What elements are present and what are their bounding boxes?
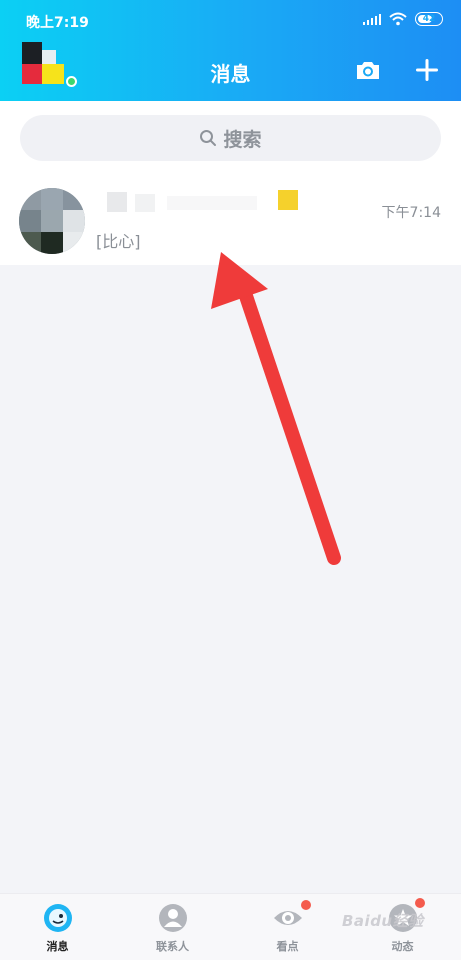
search-input[interactable]: 搜索 xyxy=(20,115,441,161)
contact-avatar xyxy=(19,188,85,254)
search-area: 搜索 xyxy=(0,101,461,181)
contact-name-blurred xyxy=(107,190,298,216)
search-placeholder: 搜索 xyxy=(223,128,262,151)
status-bar: 晚上7:19 42 xyxy=(0,0,461,40)
tab-label: 看点 xyxy=(276,940,299,953)
camera-icon[interactable] xyxy=(354,56,382,84)
signal-icon xyxy=(363,13,381,25)
page-title: 消息 xyxy=(210,62,251,86)
search-icon xyxy=(200,130,217,146)
notification-badge xyxy=(300,900,311,910)
battery-icon: 42 xyxy=(415,12,443,26)
tab-contacts[interactable]: 联系人 xyxy=(115,894,230,960)
tab-label: 动态 xyxy=(391,940,414,953)
header-bar: 晚上7:19 42 消息 xyxy=(0,0,461,101)
status-icons: 42 xyxy=(363,12,443,26)
status-time: 晚上7:19 xyxy=(26,15,89,31)
eye-icon xyxy=(273,911,302,925)
contacts-tab-icon xyxy=(158,904,187,932)
messages-tab-icon xyxy=(43,904,72,932)
add-icon[interactable] xyxy=(413,56,441,84)
tab-messages[interactable]: 消息 xyxy=(0,894,115,960)
message-preview: [比心] xyxy=(96,232,141,251)
tab-highlights[interactable]: 看点 xyxy=(230,894,345,960)
battery-level: 42 xyxy=(422,14,436,24)
watermark: Baidu经验 xyxy=(342,912,424,930)
notification-badge xyxy=(414,898,425,908)
tab-label: 消息 xyxy=(46,940,69,953)
wifi-icon xyxy=(389,12,407,26)
list-item[interactable]: [比心] 下午7:14 xyxy=(0,181,461,265)
message-time: 下午7:14 xyxy=(381,205,441,221)
tab-label: 联系人 xyxy=(156,940,189,953)
